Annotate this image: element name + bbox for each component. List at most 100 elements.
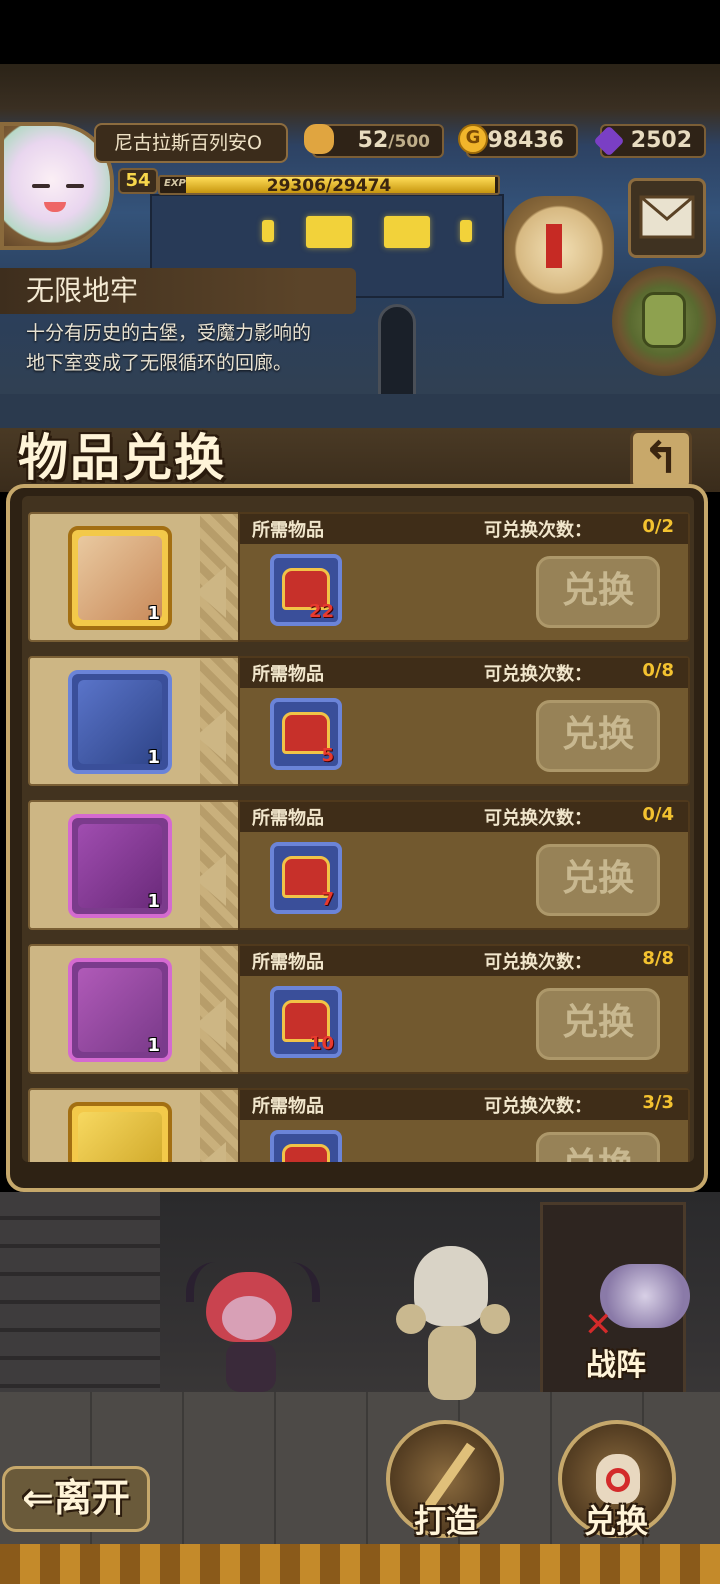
exchange-count-value: 3/3 [642,1092,674,1113]
left-arrow-icon: ⇐ [22,1476,54,1520]
exchange-button[interactable]: 兑换 [536,844,660,916]
reward-item[interactable]: 1 [68,526,172,630]
backpack-button[interactable] [612,266,716,376]
gold-amount: 98436 [487,128,564,153]
requirement-area: 所需物品 可兑换次数： 0/8 5 兑换 [238,656,690,786]
required-quantity: 7 [321,889,334,910]
dungeon-description-line1: 十分有历史的古堡，受魔力影响的 [26,322,312,344]
required-item[interactable]: 10 [270,986,342,1058]
formation-button[interactable]: ✕ 战阵 [580,1264,708,1384]
swap-arrows-icon [606,1468,630,1492]
stamina-counter[interactable]: 52/500 [304,124,444,158]
exchange-count-value: 0/4 [642,804,674,825]
required-item[interactable]: 5 [270,698,342,770]
required-item[interactable]: 22 [270,554,342,626]
player-level: 54 [118,168,158,194]
gem-amount: 2502 [630,128,692,153]
forge-button[interactable]: 打造 [376,1420,516,1550]
exp-bar: EXP 29306/29474 [158,175,500,195]
exchange-button[interactable]: 兑换 [536,1132,660,1162]
required-item[interactable] [270,1130,342,1162]
gem-counter[interactable]: 2502 [593,124,706,158]
avatar-mouth [44,202,66,212]
required-quantity: 22 [308,601,334,622]
exchange-row: 所需物品 可兑换次数： 3/3 兑换 [28,1088,690,1162]
required-item[interactable]: 7 [270,842,342,914]
leave-button[interactable]: ⇐离开 [2,1466,150,1532]
demon-character-face [222,1296,276,1340]
exchange-list[interactable]: 1 所需物品 可兑换次数： 0/2 22 兑换 1 所需物品 可兑换次数： 0/8 5 兑换 1 所需物品… [22,496,694,1162]
reward-quantity: 1 [147,603,160,624]
exchange-button[interactable]: 兑换 [536,556,660,628]
exchange-nav-button[interactable]: 兑换 [546,1420,686,1550]
exchange-count-value: 0/8 [642,660,674,681]
stamina-current: 52 [357,128,389,153]
requirement-area: 所需物品 可兑换次数： 0/4 7 兑换 [238,800,690,930]
reward-quantity: 1 [147,1035,160,1056]
exchange-count-label: 可兑换次数： [484,1096,592,1117]
golem-character-body [428,1326,476,1400]
reward-item[interactable]: 1 [68,958,172,1062]
reward-quantity: 1 [147,747,160,768]
required-items-label: 所需物品 [252,1096,324,1117]
arrow-left-icon [196,566,226,618]
exchange-title: 物品兑换 [18,429,226,487]
backpack-icon [642,292,686,348]
exchange-button[interactable]: 兑换 [536,988,660,1060]
arrow-left-icon [196,1142,226,1162]
formation-label: 战阵 [586,1348,646,1383]
dungeon-title: 无限地牢 [0,268,356,314]
row-header: 所需物品 可兑换次数： 3/3 [240,1090,688,1120]
leave-label: 离开 [53,1476,130,1520]
mail-button[interactable] [628,178,706,258]
requirement-area: 所需物品 可兑换次数： 8/8 10 兑换 [238,944,690,1074]
exchange-row: 1 所需物品 可兑换次数： 0/2 22 兑换 [28,512,690,642]
bread-icon [304,124,334,154]
exp-text: 29306/29474 [266,176,392,195]
golem-fist [480,1304,510,1334]
exchange-button[interactable]: 兑换 [536,700,660,772]
exchange-count-label: 可兑换次数： [484,808,592,829]
quest-scroll-button[interactable] [504,196,614,304]
demon-horn [186,1262,224,1302]
forge-label: 打造 [413,1502,478,1540]
stairs [0,1192,160,1402]
exchange-row: 1 所需物品 可兑换次数： 8/8 10 兑换 [28,944,690,1074]
stamina-max: /500 [388,132,430,152]
reward-item[interactable]: 1 [68,670,172,774]
treasure-chest-icon [282,1144,330,1162]
gold-counter[interactable]: G 98436 [458,124,578,158]
requirement-area: 所需物品 可兑换次数： 3/3 兑换 [238,1088,690,1162]
dungeon-description: 十分有历史的古堡，受魔力影响的 地下室变成了无限循环的回廊。 [26,318,376,378]
golem-fist [396,1304,426,1334]
dungeon-description-line2: 地下室变成了无限循环的回廊。 [26,352,293,374]
avatar-eye [66,184,84,188]
reward-quantity: 1 [147,891,160,912]
mirror-icon [78,1112,162,1162]
reward-item[interactable]: 1 [68,814,172,918]
row-header: 所需物品 可兑换次数： 0/8 [240,658,688,688]
envelope-icon [639,195,695,239]
player-name: 尼古拉斯百列安O [94,123,288,163]
required-quantity: 10 [308,1033,334,1054]
exchange-count-value: 8/8 [642,948,674,969]
exchange-count-label: 可兑换次数： [484,664,592,685]
back-button[interactable]: ↰ [630,430,692,490]
exchange-nav-label: 兑换 [583,1502,648,1540]
demon-character-body [226,1342,276,1392]
row-header: 所需物品 可兑换次数： 0/4 [240,802,688,832]
window [306,216,352,248]
arrow-left-icon [196,854,226,906]
required-items-label: 所需物品 [252,664,324,685]
window [384,216,430,248]
arrow-left-icon [196,710,226,762]
required-items-label: 所需物品 [252,520,324,541]
status-bar [0,0,720,64]
demon-horn [282,1262,320,1302]
exchange-count-label: 可兑换次数： [484,520,592,541]
window [262,220,274,242]
exchange-count-label: 可兑换次数： [484,952,592,973]
gold-coin-icon: G [458,124,488,154]
reward-item[interactable] [68,1102,172,1162]
arrow-left-icon [196,998,226,1050]
